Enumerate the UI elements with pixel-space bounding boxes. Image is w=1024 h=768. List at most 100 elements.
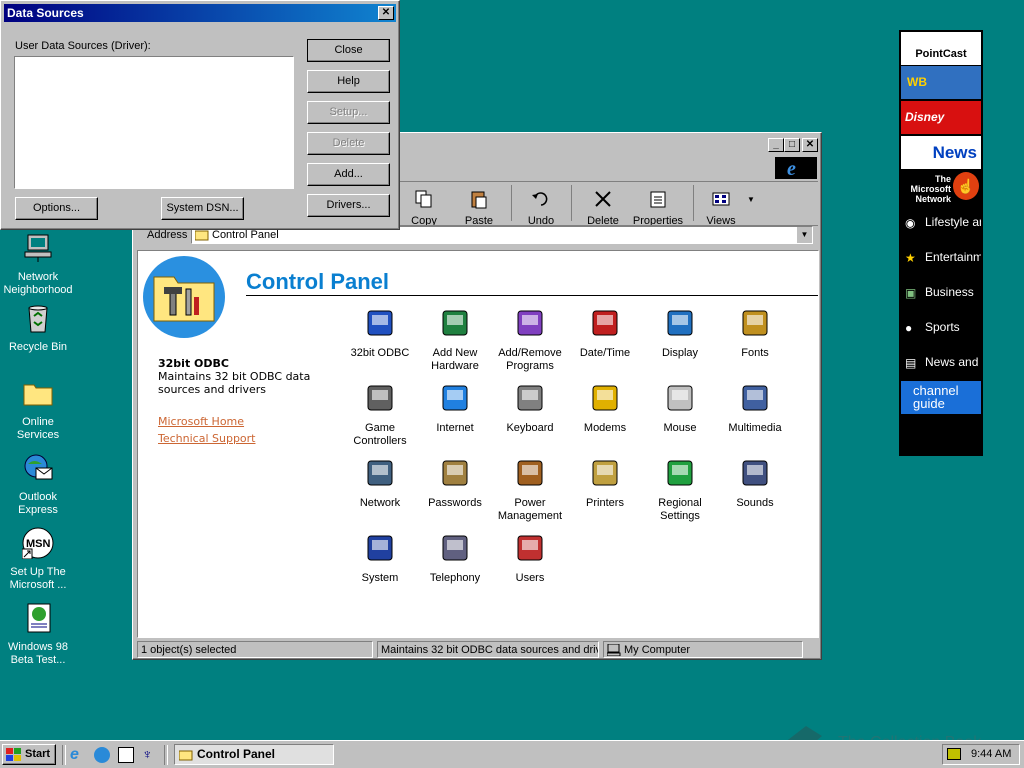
channel-guide[interactable]: channel guide xyxy=(901,381,981,414)
cp-item-regional-settings[interactable]: Regional Settings xyxy=(642,457,718,523)
channel-sports[interactable]: Sports xyxy=(901,311,981,344)
desktop-icon-outlook-express[interactable]: Outlook Express xyxy=(0,452,76,517)
cp-item-system[interactable]: System xyxy=(342,532,418,585)
address-label: Address xyxy=(147,229,188,241)
cp-item-power-management[interactable]: Power Management xyxy=(492,457,568,523)
odbc-icon xyxy=(367,310,393,336)
cp-item-passwords[interactable]: Passwords xyxy=(417,457,493,510)
quicklaunch-ie-icon[interactable]: e xyxy=(70,747,86,763)
channel-disney[interactable]: Disney xyxy=(901,101,981,134)
channel-msn[interactable]: The Microsoft Network xyxy=(901,170,952,203)
cp-item-telephony[interactable]: Telephony xyxy=(417,532,493,585)
my-computer-icon xyxy=(607,644,621,656)
cp-item-display[interactable]: Display xyxy=(642,307,718,360)
desktop-icon-label: Online Services xyxy=(16,416,60,441)
channel-label: News xyxy=(932,143,977,162)
system-dsn-button[interactable]: System DSN... xyxy=(161,197,244,220)
taskbar-task-label: Control Panel xyxy=(197,747,276,761)
channel-msnbc-news[interactable]: News xyxy=(901,136,981,169)
channel-label: PointCast xyxy=(915,48,967,60)
cp-item-label: Multimedia xyxy=(728,422,782,434)
dialog-titlebar[interactable]: Data Sources ✕ xyxy=(4,4,396,22)
properties-icon xyxy=(650,191,666,208)
cp-item-label: Fonts xyxy=(741,347,769,359)
keyboard-icon xyxy=(517,385,543,411)
cp-item-label: Display xyxy=(661,347,699,359)
cp-item-internet[interactable]: Internet xyxy=(417,382,493,435)
toolbar-copy[interactable]: Copy xyxy=(398,187,450,227)
desktop-icon-recycle-bin[interactable]: Recycle Bin xyxy=(0,302,76,354)
close-button[interactable]: ✕ xyxy=(802,138,818,152)
cp-item-modems[interactable]: Modems xyxy=(567,382,643,435)
undo-icon xyxy=(532,192,548,206)
setup-button[interactable]: Setup... xyxy=(307,101,390,124)
add-button[interactable]: Add... xyxy=(307,163,390,186)
network-neighborhood-icon xyxy=(24,234,52,262)
svg-text:e: e xyxy=(787,158,796,179)
toolbar-undo[interactable]: Undo xyxy=(515,187,567,227)
maximize-button[interactable]: □ xyxy=(784,138,800,152)
dialog-close-button[interactable]: ✕ xyxy=(378,6,394,20)
cp-item-label: Passwords xyxy=(428,497,482,509)
channel-wb[interactable]: WB xyxy=(901,66,981,99)
cp-item-printers[interactable]: Printers xyxy=(567,457,643,510)
printers-icon xyxy=(592,460,618,486)
taskbar-button-control-panel[interactable]: Control Panel xyxy=(174,744,334,765)
quicklaunch-outlook-icon[interactable] xyxy=(94,747,110,763)
channel-bar: PointCast WB Disney News The Microsoft N… xyxy=(899,30,983,456)
cp-item-label: 32bit ODBC xyxy=(350,347,410,359)
fonts-icon xyxy=(742,310,768,336)
cp-item-keyboard[interactable]: Keyboard xyxy=(492,382,568,435)
help-button[interactable]: Help xyxy=(307,70,390,93)
cp-item-mouse[interactable]: Mouse xyxy=(642,382,718,435)
desktop-icon-network-neighborhood[interactable]: Network Neighborhood xyxy=(0,232,76,297)
cp-item-network[interactable]: Network xyxy=(342,457,418,510)
minimize-button[interactable]: _ xyxy=(768,138,784,152)
quicklaunch-channels-icon[interactable]: ♆ xyxy=(142,747,156,761)
channel-label: Sports xyxy=(925,320,960,334)
cp-item-multimedia[interactable]: Multimedia xyxy=(717,382,793,435)
close-dialog-button[interactable]: Close xyxy=(307,39,390,62)
views-dropdown-arrow[interactable]: ▼ xyxy=(747,195,755,204)
desktop-icon-label: Recycle Bin xyxy=(8,341,68,353)
power-management-icon xyxy=(517,460,543,486)
link-microsoft-home[interactable]: Microsoft Home xyxy=(158,415,244,428)
cp-item-label: Game Controllers xyxy=(353,422,407,447)
toolbar-views[interactable]: Views xyxy=(695,187,747,227)
cp-item-fonts[interactable]: Fonts xyxy=(717,307,793,360)
cp-item-add-remove-programs[interactable]: Add/Remove Programs xyxy=(492,307,568,373)
cp-item-users[interactable]: Users xyxy=(492,532,568,585)
start-button[interactable]: Start xyxy=(2,744,56,765)
drivers-button[interactable]: Drivers... xyxy=(307,194,390,217)
cp-item-game-controllers[interactable]: Game Controllers xyxy=(342,382,418,448)
data-sources-list[interactable] xyxy=(14,56,294,189)
toolbar-properties[interactable]: Properties xyxy=(629,187,687,227)
desktop-icon-windows98-beta[interactable]: Windows 98 Beta Test... xyxy=(0,602,76,667)
cp-item-label: Telephony xyxy=(429,572,481,584)
control-panel-small-icon xyxy=(195,230,209,241)
desktop-icon-online-services[interactable]: Online Services xyxy=(0,377,76,442)
cp-item-sounds[interactable]: Sounds xyxy=(717,457,793,510)
address-dropdown-button[interactable]: ▼ xyxy=(796,227,812,243)
cp-item-odbc[interactable]: 32bit ODBC xyxy=(342,307,418,360)
tray-network-icon[interactable] xyxy=(947,748,961,760)
modems-icon xyxy=(592,385,618,411)
link-technical-support[interactable]: Technical Support xyxy=(158,432,256,445)
delete-button[interactable]: Delete xyxy=(307,132,390,155)
cp-item-date-time[interactable]: Date/Time xyxy=(567,307,643,360)
clock[interactable]: 9:44 AM xyxy=(971,748,1011,760)
selected-item-description: Maintains 32 bit ODBC data sources and d… xyxy=(158,370,311,396)
toolbar-paste[interactable]: Paste xyxy=(453,187,505,227)
quicklaunch-desktop-icon[interactable] xyxy=(118,747,134,763)
channel-pointcast[interactable]: PointCast xyxy=(901,32,981,65)
toolbar-delete[interactable]: Delete xyxy=(577,187,629,227)
date-time-icon xyxy=(592,310,618,336)
control-panel-small-icon xyxy=(179,750,193,761)
cp-item-label: Power Management xyxy=(497,497,563,522)
status-zone-text: My Computer xyxy=(624,644,691,656)
desktop-icon-msn-setup[interactable]: MSN Set Up The Microsoft ... xyxy=(0,527,76,592)
system-tray: 9:44 AM xyxy=(942,744,1020,765)
ie-logo-icon: e xyxy=(787,158,796,180)
cp-item-add-hardware[interactable]: Add New Hardware xyxy=(417,307,493,373)
options-button[interactable]: Options... xyxy=(15,197,98,220)
